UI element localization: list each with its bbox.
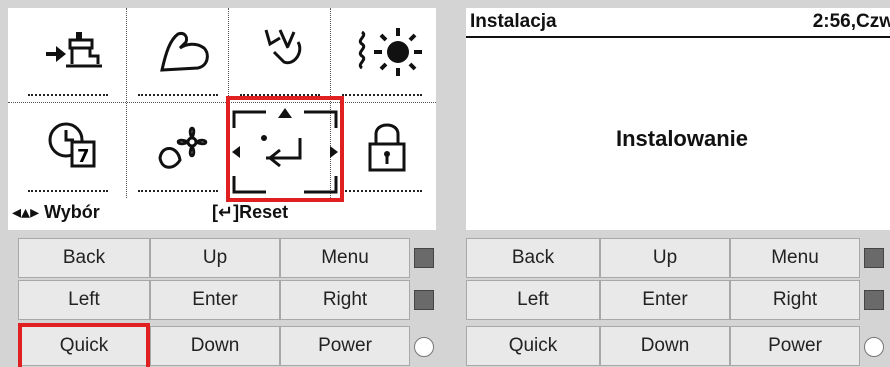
quick-button-highlight xyxy=(18,323,150,367)
back-button[interactable]: Back xyxy=(18,238,150,278)
arm-strength-icon[interactable] xyxy=(128,8,228,100)
menu-button[interactable]: Menu xyxy=(280,238,410,278)
enter-button[interactable]: Enter xyxy=(150,280,280,320)
status-led-2 xyxy=(414,290,434,310)
power-button[interactable]: Power xyxy=(280,326,410,366)
left-button[interactable]: Left xyxy=(466,280,600,320)
power-indicator xyxy=(414,337,434,357)
status-led-1 xyxy=(864,248,884,268)
fan-flower-icon[interactable] xyxy=(128,104,228,196)
status-led-1 xyxy=(414,248,434,268)
power-button[interactable]: Power xyxy=(730,326,860,366)
sun-heat-icon[interactable] xyxy=(332,8,432,100)
menu-button[interactable]: Menu xyxy=(730,238,860,278)
menu-icon-grid: 7 xyxy=(8,8,436,198)
clock-readout: 2:56,Czw xyxy=(812,11,890,32)
back-button[interactable]: Back xyxy=(466,238,600,278)
water-tap-icon[interactable] xyxy=(18,8,118,100)
left-button[interactable]: Left xyxy=(18,280,150,320)
padlock-icon[interactable] xyxy=(332,104,432,196)
clock-calendar-icon[interactable]: 7 xyxy=(18,104,118,196)
up-button[interactable]: Up xyxy=(150,238,280,278)
status-led-2 xyxy=(864,290,884,310)
select-hint: ◂▴▸ Wybór xyxy=(12,202,100,222)
selected-item-highlight xyxy=(226,96,344,202)
left-display-screen: 7 ◂▴▸ Wybór [↵]Reset xyxy=(8,8,436,230)
up-button[interactable]: Up xyxy=(600,238,730,278)
svg-text:7: 7 xyxy=(77,146,90,167)
installing-message: Instalowanie xyxy=(615,126,749,151)
hand-sensor-icon[interactable] xyxy=(230,8,330,100)
hint-bar: ◂▴▸ Wybór [↵]Reset xyxy=(8,200,436,224)
right-button[interactable]: Right xyxy=(280,280,410,320)
status-bar: Instalacja 2:56,Czw xyxy=(466,8,890,38)
right-button[interactable]: Right xyxy=(730,280,860,320)
down-button[interactable]: Down xyxy=(600,326,730,366)
left-control-panel: 7 ◂▴▸ Wybór [↵]Reset Back Up Menu Left E… xyxy=(0,0,444,367)
reset-hint: [↵]Reset xyxy=(212,202,289,222)
right-control-panel: Instalacja 2:56,Czw Instalowanie Back Up… xyxy=(448,0,890,367)
enter-button[interactable]: Enter xyxy=(600,280,730,320)
screen-title: Instalacja xyxy=(470,11,557,32)
down-button[interactable]: Down xyxy=(150,326,280,366)
quick-button[interactable]: Quick xyxy=(466,326,600,366)
right-display-screen: Instalacja 2:56,Czw Instalowanie xyxy=(466,8,890,230)
power-indicator xyxy=(864,337,884,357)
